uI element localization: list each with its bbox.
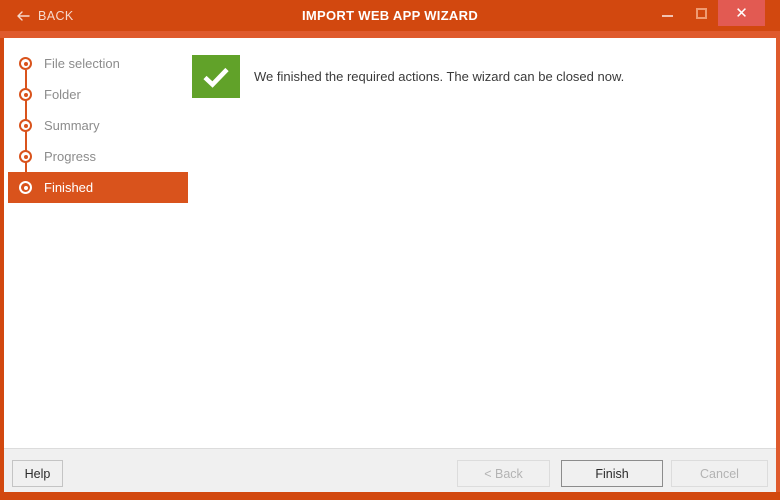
sidebar-item-label: Folder <box>44 87 81 102</box>
step-marker-icon <box>19 181 32 194</box>
maximize-icon <box>695 7 707 19</box>
step-navigation: File selection Folder Summary Progress F… <box>8 48 188 203</box>
sidebar-item-label: Finished <box>44 180 94 195</box>
title-bar: BACK IMPORT WEB APP WIZARD ✕ <box>0 0 780 31</box>
step-marker-icon <box>19 150 32 163</box>
sidebar-item-file-selection[interactable]: File selection <box>8 48 188 79</box>
wizard-panel: We finished the required actions. The wi… <box>188 38 776 492</box>
minimize-icon <box>661 15 673 17</box>
sidebar-item-finished[interactable]: Finished <box>8 172 188 203</box>
wizard-content: File selection Folder Summary Progress F… <box>4 38 776 492</box>
close-icon: ✕ <box>735 4 748 22</box>
check-mark-icon <box>192 55 240 98</box>
sidebar-item-folder[interactable]: Folder <box>8 79 188 110</box>
close-button[interactable]: ✕ <box>718 0 765 26</box>
sidebar-item-label: File selection <box>44 56 120 71</box>
finish-button[interactable]: Finish <box>561 460 663 487</box>
step-marker-icon <box>19 119 32 132</box>
window-border-bottom <box>0 492 780 500</box>
window-border-right <box>776 38 780 500</box>
completion-status: We finished the required actions. The wi… <box>192 55 624 98</box>
step-marker-icon <box>19 57 32 70</box>
wizard-footer: Help < Back Finish Cancel <box>4 448 776 492</box>
back-button-label: BACK <box>38 8 74 23</box>
wizard-window: BACK IMPORT WEB APP WIZARD ✕ File select… <box>0 0 780 500</box>
help-button[interactable]: Help <box>12 460 63 487</box>
back-button[interactable]: BACK <box>10 0 80 31</box>
sidebar-item-label: Summary <box>44 118 100 133</box>
cancel-button[interactable]: Cancel <box>671 460 768 487</box>
minimize-button[interactable] <box>650 0 684 26</box>
sidebar-item-progress[interactable]: Progress <box>8 141 188 172</box>
completion-message: We finished the required actions. The wi… <box>254 69 625 84</box>
sidebar-item-summary[interactable]: Summary <box>8 110 188 141</box>
sidebar-item-label: Progress <box>44 149 97 164</box>
title-bar-accent-strip <box>0 31 780 38</box>
arrow-left-icon <box>16 9 30 23</box>
step-marker-icon <box>19 88 32 101</box>
maximize-button[interactable] <box>684 0 718 26</box>
back-nav-button[interactable]: < Back <box>457 460 550 487</box>
window-controls: ✕ <box>650 0 765 31</box>
